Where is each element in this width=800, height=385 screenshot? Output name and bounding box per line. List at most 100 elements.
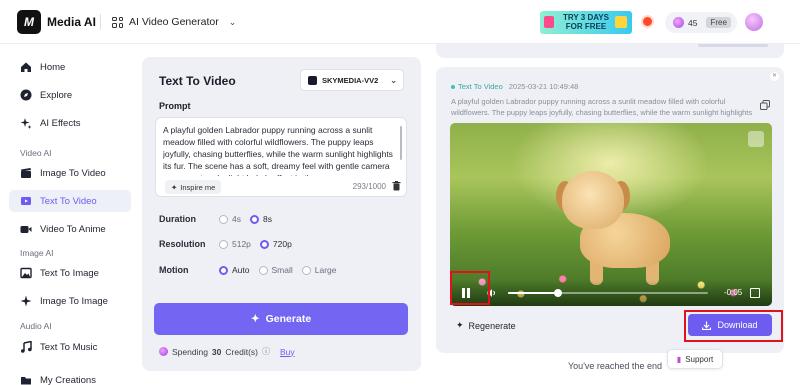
close-icon[interactable]: ✕ bbox=[770, 72, 779, 81]
generate-button[interactable]: ✦ Generate bbox=[154, 303, 408, 335]
brand-name[interactable]: Media AI bbox=[47, 15, 96, 29]
sidebar-item-image-to-video[interactable]: Image To Video bbox=[9, 162, 131, 184]
status-dot-icon bbox=[451, 84, 455, 89]
duration-row: Duration 4s 8s bbox=[159, 212, 281, 226]
resolution-row: Resolution 512p 720p bbox=[159, 237, 301, 251]
prompt-scrollbar[interactable] bbox=[400, 126, 402, 160]
puppy-head bbox=[562, 171, 624, 229]
product-switcher[interactable]: AI Video Generator ⌄ bbox=[112, 13, 236, 31]
video-progress-knob[interactable] bbox=[554, 289, 562, 297]
home-icon bbox=[20, 61, 32, 73]
resolution-option-512p[interactable]: 512p bbox=[219, 239, 251, 249]
sidebar-item-label: Text To Music bbox=[40, 341, 98, 353]
duration-option-8s[interactable]: 8s bbox=[249, 214, 272, 224]
magic-wand-icon: ✦ bbox=[171, 182, 178, 192]
sidebar-item-text-to-video[interactable]: Text To Video bbox=[9, 190, 131, 212]
section-label-audio-ai: Audio AI bbox=[20, 321, 52, 331]
chevron-down-icon: ⌄ bbox=[390, 75, 397, 85]
buy-link[interactable]: Buy bbox=[280, 347, 295, 357]
video-controls: -0:05 bbox=[450, 280, 772, 306]
sidebar-item-explore[interactable]: Explore bbox=[9, 84, 131, 106]
video-player[interactable]: -0:05 bbox=[450, 123, 772, 306]
text-video-icon bbox=[20, 195, 32, 207]
video-progress-fill bbox=[508, 292, 558, 294]
video-camera-icon bbox=[20, 223, 32, 235]
sidebar-item-home[interactable]: Home bbox=[9, 56, 131, 78]
motion-option-small[interactable]: Small bbox=[258, 265, 293, 275]
resolution-option-720p[interactable]: 720p bbox=[259, 239, 292, 249]
image-icon bbox=[20, 267, 32, 279]
inspire-me-label: Inspire me bbox=[180, 182, 216, 192]
pause-highlight-frame bbox=[450, 271, 490, 305]
sparkle-icon: ✦ bbox=[456, 320, 464, 330]
result-timestamp: 2025-03-21 10:49:48 bbox=[508, 82, 579, 91]
sidebar-item-label: AI Effects bbox=[40, 117, 81, 129]
support-button[interactable]: ▮ Support bbox=[667, 349, 723, 369]
sidebar-item-video-to-anime[interactable]: Video To Anime bbox=[9, 218, 131, 240]
motion-label: Motion bbox=[159, 265, 189, 275]
prompt-label: Prompt bbox=[159, 101, 191, 111]
credits-pill[interactable]: 45 Free bbox=[665, 12, 737, 33]
sidebar-item-label: Explore bbox=[40, 89, 73, 101]
end-of-list-text: You've reached the end bbox=[568, 361, 662, 371]
fullscreen-icon[interactable] bbox=[750, 288, 760, 298]
copy-icon[interactable] bbox=[760, 100, 770, 110]
resolution-label: Resolution bbox=[159, 239, 206, 249]
sparkle-icon: ✦ bbox=[250, 313, 260, 325]
prompt-text[interactable]: A playful golden Labrador puppy running … bbox=[163, 124, 395, 176]
spending-credits: 30 bbox=[211, 346, 222, 357]
time-remaining: -0:05 bbox=[724, 288, 743, 297]
video-progress-track[interactable] bbox=[508, 289, 708, 297]
sidebar-item-label: Image To Image bbox=[40, 295, 108, 307]
duration-option-4s[interactable]: 4s bbox=[219, 214, 241, 224]
promo-ribbon-icon bbox=[544, 16, 554, 28]
previous-result-card bbox=[436, 44, 784, 58]
motion-option-large[interactable]: Large bbox=[301, 265, 337, 275]
form-title: Text To Video bbox=[159, 74, 236, 88]
inspire-me-button[interactable]: ✦ Inspire me bbox=[165, 180, 222, 194]
free-trial-banner[interactable]: TRY 3 DAYS FOR FREE bbox=[540, 11, 632, 34]
info-icon[interactable]: ⓘ bbox=[262, 346, 270, 357]
sidebar: Home Explore AI Effects Video AI Image T… bbox=[0, 45, 138, 385]
sidebar-item-text-to-music[interactable]: Text To Music bbox=[9, 336, 131, 358]
support-label: Support bbox=[685, 354, 714, 364]
avatar[interactable] bbox=[745, 13, 763, 31]
result-description: A playful golden Labrador puppy running … bbox=[451, 97, 753, 117]
music-note-icon bbox=[20, 341, 32, 353]
motion-option-auto[interactable]: Auto bbox=[219, 265, 250, 275]
text-to-video-form: Text To Video SKYMEDIA-VV2 ⌄ Prompt A pl… bbox=[142, 57, 421, 371]
sidebar-item-image-to-image[interactable]: Image To Image bbox=[9, 290, 131, 312]
sidebar-item-ai-effects[interactable]: AI Effects bbox=[9, 112, 131, 134]
model-logo-icon bbox=[308, 75, 317, 85]
regenerate-button[interactable]: ✦ Regenerate bbox=[456, 320, 516, 331]
section-label-image-ai: Image AI bbox=[20, 248, 54, 258]
record-indicator-icon[interactable] bbox=[643, 17, 652, 26]
model-select[interactable]: SKYMEDIA-VV2 ⌄ bbox=[300, 69, 404, 91]
sidebar-item-label: Text To Video bbox=[40, 195, 97, 207]
media-ai-logo-icon[interactable]: M bbox=[17, 10, 41, 34]
previous-result-button[interactable] bbox=[698, 44, 768, 47]
duration-label: Duration bbox=[159, 214, 196, 224]
spending-suffix: Credit(s) bbox=[225, 346, 258, 357]
divider bbox=[100, 14, 101, 30]
chat-icon: ▮ bbox=[676, 354, 682, 364]
chevron-down-icon: ⌄ bbox=[228, 16, 237, 27]
download-highlight-frame bbox=[684, 310, 783, 342]
magic-image-icon bbox=[20, 295, 32, 307]
trash-icon[interactable] bbox=[392, 181, 401, 191]
sidebar-item-my-creations[interactable]: My Creations bbox=[9, 369, 131, 385]
result-header: Text To Video 2025-03-21 10:49:48 bbox=[451, 82, 578, 91]
sidebar-item-text-to-image[interactable]: Text To Image bbox=[9, 262, 131, 284]
prompt-textarea[interactable]: A playful golden Labrador puppy running … bbox=[155, 117, 407, 197]
compass-icon bbox=[20, 89, 32, 101]
credit-coin-icon bbox=[673, 17, 684, 28]
model-select-value: SKYMEDIA-VV2 bbox=[322, 75, 379, 85]
section-label-video-ai: Video AI bbox=[20, 148, 52, 158]
gift-icon bbox=[615, 16, 627, 28]
credits-count: 45 bbox=[688, 17, 698, 28]
picture-in-picture-icon[interactable] bbox=[748, 131, 764, 147]
spending-prefix: Spending bbox=[172, 346, 208, 357]
credit-coin-icon bbox=[159, 347, 168, 356]
generate-label: Generate bbox=[265, 313, 312, 325]
sidebar-item-label: Text To Image bbox=[40, 267, 99, 279]
